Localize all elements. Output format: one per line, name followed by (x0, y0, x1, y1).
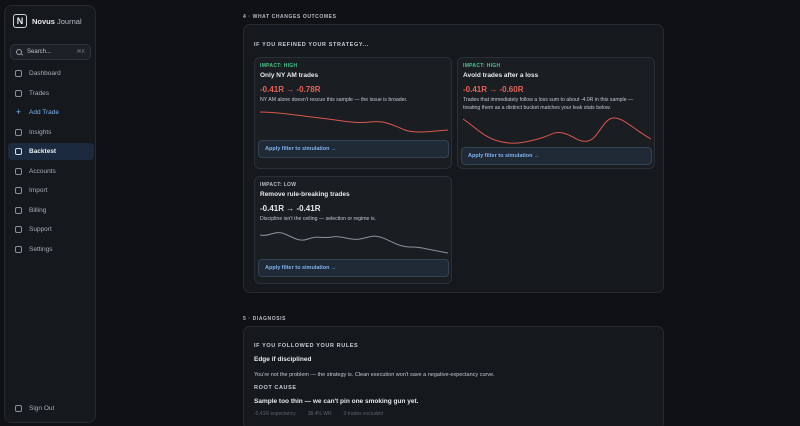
card-range: -0.41R → -0.41R (260, 204, 321, 213)
sidebar-item-import[interactable]: Import (8, 182, 94, 199)
logo-icon: N (13, 14, 27, 28)
chart-icon (15, 128, 22, 136)
stat-excluded: 0 trades excluded (343, 411, 384, 417)
sidebar-item-support[interactable]: Support (8, 221, 94, 238)
sidebar-item-backtest[interactable]: Backtest (8, 143, 94, 160)
sidebar-item-settings[interactable]: Settings (8, 241, 94, 258)
sidebar-item-label: Dashboard (29, 70, 61, 77)
sidebar-nav: Dashboard Trades + Add Trade Insights Ba… (8, 65, 94, 260)
impact-badge: IMPACT: LOW (260, 182, 297, 188)
root-cause-headline: Sample too thin — we can't pin one smoki… (254, 398, 419, 405)
plus-icon: + (15, 107, 22, 117)
apply-filter-button[interactable]: Apply filter to simulation → (258, 140, 449, 158)
card-description: Trades that immediately follow a loss su… (463, 97, 634, 111)
help-icon (15, 226, 22, 233)
impact-badge: IMPACT: HIGH (260, 63, 298, 69)
card-description: NY AM alone doesn't rescue this sample —… (260, 97, 408, 103)
stat-win-rate: 38.4% WR (307, 411, 332, 417)
list-icon (15, 89, 22, 97)
refinement-card: IMPACT: HIGH Only NY AM trades -0.41R → … (254, 57, 452, 169)
sidebar: N Novus Journal Search... ⌘K Dashboard T… (4, 5, 96, 423)
sidebar-item-label: Backtest (29, 148, 57, 155)
section-label-outcomes: 4 · WHAT CHANGES OUTCOMES (243, 14, 337, 20)
equity-curve (260, 111, 448, 133)
equity-curve (463, 117, 651, 144)
sidebar-item-insights[interactable]: Insights (8, 124, 94, 141)
search-shortcut: ⌘K (76, 49, 85, 55)
root-cause-label: ROOT CAUSE (254, 385, 297, 391)
diagnosis-panel: IF YOU FOLLOWED YOUR RULES Edge if disci… (243, 326, 664, 426)
brand-name: Novus Journal (32, 17, 82, 26)
search-icon (16, 48, 23, 56)
diagnosis-stats: -0.41R expectancy 38.4% WR 0 trades excl… (254, 411, 395, 417)
sidebar-item-label: Insights (29, 128, 52, 136)
brand-name-main: Novus (32, 16, 55, 26)
sidebar-item-label: Trades (29, 89, 49, 97)
card-icon (15, 206, 22, 214)
panel-title: IF YOU FOLLOWED YOUR RULES (254, 343, 359, 349)
strategy-refinement-panel: IF YOU REFINED YOUR STRATEGY... IMPACT: … (243, 24, 664, 293)
flask-icon (15, 148, 22, 155)
gear-icon (15, 245, 22, 253)
card-title: Remove rule-breaking trades (260, 191, 350, 198)
diagnosis-headline: Edge if disciplined (254, 356, 312, 363)
sidebar-item-trades[interactable]: Trades (8, 85, 94, 102)
impact-badge: IMPACT: HIGH (463, 63, 501, 69)
card-range: -0.41R → -0.60R (463, 85, 524, 94)
section-label-diagnosis: 5 · DIAGNOSIS (243, 316, 287, 322)
card-title: Avoid trades after a loss (463, 72, 539, 79)
import-icon (15, 187, 22, 194)
brand-name-sub: Journal (57, 16, 82, 26)
sidebar-item-accounts[interactable]: Accounts (8, 163, 94, 180)
refinement-card: IMPACT: LOW Remove rule-breaking trades … (254, 176, 452, 284)
brand[interactable]: N Novus Journal (13, 14, 82, 28)
stat-expectancy: -0.41R expectancy (254, 411, 296, 417)
search-placeholder: Search... (27, 49, 52, 55)
search-input[interactable]: Search... ⌘K (10, 44, 91, 60)
sidebar-item-label: Support (29, 226, 52, 233)
sidebar-item-label: Add Trade (29, 109, 59, 116)
wallet-icon (15, 167, 22, 175)
apply-filter-button[interactable]: Apply filter to simulation → (461, 147, 652, 165)
diagnosis-text: You're not the problem — the strategy is… (254, 372, 495, 378)
sidebar-item-label: Billing (29, 206, 47, 214)
sign-out-label: Sign Out (29, 405, 55, 412)
card-title: Only NY AM trades (260, 72, 319, 79)
grid-icon (15, 70, 22, 77)
card-description: Discipline isn't the ceiling — selection… (260, 216, 377, 222)
sidebar-item-label: Import (29, 187, 48, 194)
sidebar-item-add-trade[interactable]: + Add Trade (8, 104, 94, 121)
sign-out-button[interactable]: Sign Out (15, 405, 54, 412)
panel-title: IF YOU REFINED YOUR STRATEGY... (254, 42, 369, 48)
sidebar-item-billing[interactable]: Billing (8, 202, 94, 219)
sidebar-item-dashboard[interactable]: Dashboard (8, 65, 94, 82)
card-range: -0.41R → -0.78R (260, 85, 321, 94)
apply-filter-button[interactable]: Apply filter to simulation → (258, 259, 449, 277)
equity-curve (260, 232, 448, 254)
sidebar-item-label: Settings (29, 245, 53, 253)
refinement-card: IMPACT: HIGH Avoid trades after a loss -… (457, 57, 655, 169)
sidebar-item-label: Accounts (29, 167, 56, 175)
logout-icon (15, 405, 22, 412)
